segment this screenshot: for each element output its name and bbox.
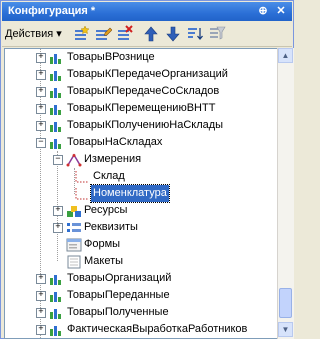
tree-item-tovarynaskladakh[interactable]: − ТоварыНаСкладах bbox=[5, 134, 277, 151]
filter-icon[interactable] bbox=[208, 25, 226, 43]
tree-item-label: Измерения bbox=[84, 153, 142, 165]
tree-item-tovarykperedacheorganizatsiy[interactable]: + ТоварыКПередачеОрганизаций bbox=[5, 66, 277, 83]
tree-item-label: Формы bbox=[84, 238, 121, 250]
expand-toggle[interactable]: + bbox=[36, 274, 46, 284]
tree-item-label: ТоварыОрганизаций bbox=[67, 272, 172, 284]
tree-item-label: Макеты bbox=[84, 255, 124, 267]
expand-toggle[interactable]: + bbox=[36, 308, 46, 318]
scroll-up-button[interactable]: ▲ bbox=[278, 48, 293, 63]
tree-item-label: Склад bbox=[93, 170, 125, 182]
edit-icon[interactable] bbox=[94, 25, 112, 43]
expand-toggle[interactable]: + bbox=[36, 70, 46, 80]
expand-toggle[interactable]: + bbox=[53, 223, 63, 233]
register-icon bbox=[50, 292, 61, 302]
tree-item-label: ТоварыВРознице bbox=[67, 51, 155, 63]
scroll-thumb[interactable] bbox=[279, 288, 292, 318]
arrow-down-icon[interactable] bbox=[164, 25, 182, 43]
register-icon bbox=[50, 105, 61, 115]
tree-item-label: ТоварыКПолучениюНаСклады bbox=[67, 119, 224, 131]
expand-toggle[interactable]: + bbox=[36, 87, 46, 97]
resources-icon bbox=[67, 206, 81, 217]
collapse-toggle[interactable]: − bbox=[36, 138, 46, 148]
attributes-icon bbox=[67, 223, 81, 232]
configuration-tree[interactable]: + ТоварыВРознице + ТоварыКПередачеОргани… bbox=[4, 48, 278, 339]
tree-item-tovarypoluchennye[interactable]: + ТоварыПолученные bbox=[5, 304, 277, 321]
collapse-toggle[interactable]: − bbox=[53, 155, 63, 165]
sort-icon[interactable] bbox=[186, 25, 204, 43]
dimensions-icon bbox=[66, 153, 82, 167]
tree-item-fakticheskayavyrabotkarabotnikov[interactable]: + ФактическаяВыработкаРаботников bbox=[5, 321, 277, 338]
tree-item-tovarykperedachesoskladov[interactable]: + ТоварыКПередачеСоСкладов bbox=[5, 83, 277, 100]
tree-item-izmereniya[interactable]: − Измерения bbox=[5, 151, 277, 168]
expand-toggle[interactable]: + bbox=[53, 206, 63, 216]
pin-icon[interactable]: ⊕ bbox=[256, 4, 270, 18]
close-icon[interactable]: ✕ bbox=[274, 4, 288, 18]
tree-item-tovarykperemescheniyuvntt[interactable]: + ТоварыКПеремещениюВНТТ bbox=[5, 100, 277, 117]
tree-item-tovaryvroznitse[interactable]: + ТоварыВРознице bbox=[5, 49, 277, 66]
tree-item-tovaryperedannye[interactable]: + ТоварыПереданные bbox=[5, 287, 277, 304]
tree-item-label: ТоварыКПередачеСоСкладов bbox=[67, 85, 220, 97]
tree-item-sklad[interactable]: Склад bbox=[5, 168, 277, 185]
tree-item-label: ТоварыПолученные bbox=[67, 306, 169, 318]
tree-item-label: ФактическаяВыработкаРаботников bbox=[67, 323, 248, 335]
tree-item-label: ТоварыКПередачеОрганизаций bbox=[67, 68, 228, 80]
expand-toggle[interactable]: + bbox=[36, 104, 46, 114]
register-icon bbox=[50, 88, 61, 98]
tree-item-tovaryorganizatsiy[interactable]: + ТоварыОрганизаций bbox=[5, 270, 277, 287]
expand-toggle[interactable]: + bbox=[36, 325, 46, 335]
register-icon bbox=[50, 71, 61, 81]
templates-icon bbox=[67, 255, 81, 269]
toolbar: Действия ▾ bbox=[2, 22, 292, 47]
tree-item-formy[interactable]: Формы bbox=[5, 236, 277, 253]
expand-toggle[interactable]: + bbox=[36, 291, 46, 301]
register-icon bbox=[50, 326, 61, 336]
register-icon bbox=[50, 54, 61, 64]
register-icon bbox=[50, 139, 61, 149]
tree-item-nomenklatura[interactable]: Номенклатура bbox=[5, 184, 277, 203]
tree-item-label-selected: Номенклатура bbox=[90, 184, 170, 203]
add-icon[interactable] bbox=[72, 25, 90, 43]
vertical-scrollbar[interactable]: ▲ ▼ bbox=[277, 48, 294, 339]
forms-icon bbox=[66, 238, 82, 252]
register-icon bbox=[50, 122, 61, 132]
expand-toggle[interactable]: + bbox=[36, 121, 46, 131]
tree-item-tovarykpolucheniyunasklady[interactable]: + ТоварыКПолучениюНаСклады bbox=[5, 117, 277, 134]
tree-item-label: Реквизиты bbox=[84, 221, 138, 233]
configuration-panel: Конфигурация * ⊕ ✕ Действия ▾ + ТоварыВР… bbox=[0, 0, 294, 339]
window-title: Конфигурация * bbox=[8, 5, 96, 17]
expand-toggle[interactable]: + bbox=[36, 53, 46, 63]
tree-item-label: Ресурсы bbox=[84, 204, 128, 216]
scroll-down-button[interactable]: ▼ bbox=[278, 322, 293, 337]
tree-item-makety[interactable]: Макеты bbox=[5, 253, 277, 270]
register-icon bbox=[50, 309, 61, 319]
tree-item-label: ТоварыПереданные bbox=[67, 289, 170, 301]
title-bar: Конфигурация * ⊕ ✕ bbox=[2, 2, 292, 21]
chevron-down-icon: ▾ bbox=[56, 28, 62, 40]
dimension-icon bbox=[75, 171, 89, 183]
actions-label: Действия bbox=[5, 28, 54, 40]
dimension-icon bbox=[75, 188, 89, 200]
register-icon bbox=[50, 275, 61, 285]
tree-item-rekvizity[interactable]: + Реквизиты bbox=[5, 219, 277, 236]
arrow-up-icon[interactable] bbox=[142, 25, 160, 43]
delete-icon[interactable] bbox=[116, 25, 134, 43]
tree-item-label: ТоварыНаСкладах bbox=[67, 136, 163, 148]
tree-item-resursy[interactable]: + Ресурсы bbox=[5, 202, 277, 219]
tree-item-label: ТоварыКПеремещениюВНТТ bbox=[67, 102, 216, 114]
actions-menu-button[interactable]: Действия ▾ bbox=[5, 26, 64, 42]
